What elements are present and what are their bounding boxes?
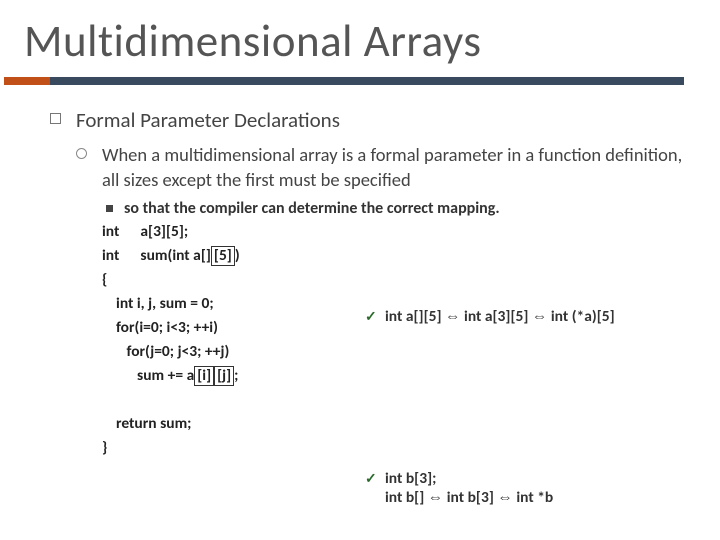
rule-accent <box>4 77 50 85</box>
code-l1: int a[3][5]; <box>102 222 192 241</box>
code-l9: return sum; <box>102 414 191 433</box>
slide-title: Multidimensional Arrays <box>0 0 720 77</box>
bullet-lvl1: Formal Parameter Declarations <box>50 107 692 133</box>
slide: Multidimensional Arrays Formal Parameter… <box>0 0 720 540</box>
code-block: int a[3][5]; int sum(int a[][5]) { int i… <box>102 220 692 460</box>
code-l6: for(j=0; j<3; ++j) <box>102 342 229 361</box>
bullet-lvl3: so that the compiler can determine the c… <box>102 199 692 218</box>
code-l4: int i, j, sum = 0; <box>102 294 214 313</box>
code-l3: { <box>102 270 107 289</box>
code-l5: for(i=0; i<3; ++i) <box>102 318 218 337</box>
code-l2a: int sum(int a[] <box>102 246 211 265</box>
slide-body: Formal Parameter Declarations When a mul… <box>0 85 720 460</box>
aside2-line2: int b[] ⇔ int b[3] ⇔ int *b <box>385 488 553 507</box>
code-l7a: sum += a <box>102 366 194 385</box>
aside-equiv-array1d: int b[3]; int b[] ⇔ int b[3] ⇔ int *b <box>365 469 553 507</box>
code-l7-box2: [j] <box>214 366 234 386</box>
aside2-line1: int b[3]; <box>385 469 553 488</box>
code-l2-box: [5] <box>211 246 235 266</box>
code-l2c: ) <box>235 246 240 265</box>
code-l10: } <box>102 438 107 457</box>
aside-equiv-array2d: int a[][5] ⇔ int a[3][5] ⇔ int (*a)[5] <box>365 307 615 326</box>
code-l7c: ; <box>234 366 238 385</box>
rule-main <box>50 77 684 85</box>
code-l7-box1: [i] <box>194 366 214 386</box>
bullet-lvl2: When a multidimensional array is a forma… <box>76 143 692 193</box>
title-rule <box>4 77 684 85</box>
